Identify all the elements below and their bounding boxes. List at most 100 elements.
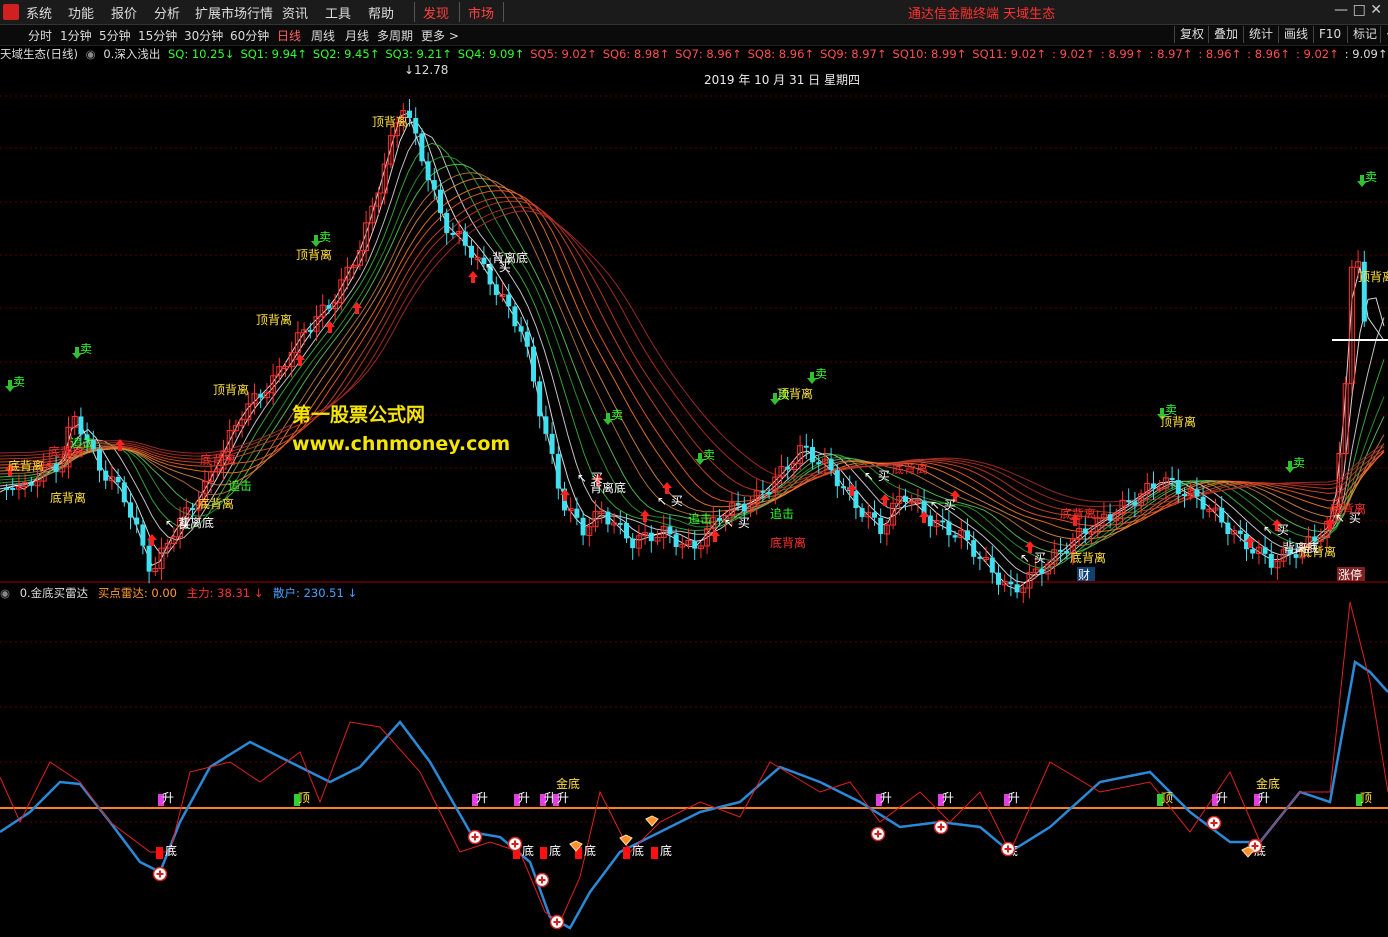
period-daily[interactable]: 日线: [277, 27, 301, 44]
period-30min[interactable]: 30分钟: [184, 27, 223, 44]
bottom-label: 底: [522, 843, 534, 858]
period-5min[interactable]: 5分钟: [99, 27, 131, 44]
window-controls[interactable]: — □ ✕: [1334, 2, 1382, 18]
bottom-divergence-label: 底背离: [1330, 501, 1366, 516]
candle-body: [1107, 514, 1113, 521]
indicator-name[interactable]: 0.深入浅出: [103, 47, 160, 61]
chase-label: 追击: [70, 435, 94, 450]
radar-subchart: [0, 601, 1388, 930]
tool-draw[interactable]: 画线: [1278, 26, 1313, 43]
buy-label: ↖ 买: [930, 498, 956, 512]
indicator-value-10: SQ10: 8.99↑: [892, 47, 967, 61]
tool-f10[interactable]: F10: [1313, 26, 1346, 43]
tool-overflow[interactable]: ·: [1380, 26, 1388, 43]
indicator-value-1: SQ1: 9.94↑: [240, 47, 307, 61]
top-divergence-label: 顶背离: [372, 114, 408, 129]
top-label: 顶: [298, 791, 310, 805]
divergence-bottom-label: 背离底: [178, 515, 214, 530]
candle-body: [859, 508, 865, 517]
indicator-value-17: : 9.02↑: [1295, 47, 1339, 61]
buy-label: ↖ 买: [1263, 523, 1289, 537]
high-price-label: ↓12.78: [404, 63, 448, 77]
candle-body: [134, 517, 140, 525]
period-intraday[interactable]: 分时: [28, 27, 52, 44]
period-1min[interactable]: 1分钟: [60, 27, 92, 44]
candle-body: [1250, 549, 1256, 554]
candle-body: [258, 393, 264, 398]
tool-overlay[interactable]: 叠加: [1208, 26, 1243, 43]
candle-body: [146, 545, 152, 572]
menu-help[interactable]: 帮助: [368, 3, 394, 22]
sell-label: 卖: [13, 375, 25, 389]
sell-label: 卖: [611, 408, 623, 422]
rise-label: 升: [162, 791, 174, 805]
candle-body: [1200, 496, 1206, 510]
bottom-label: 底: [632, 843, 644, 858]
candle-body: [444, 213, 450, 233]
retail-line: [0, 659, 1388, 930]
top-divergence-label: 顶背离: [1358, 269, 1388, 284]
period-weekly[interactable]: 周线: [311, 27, 335, 44]
main-force-value: 主力: 38.31 ↓: [186, 586, 264, 600]
candle-body: [413, 117, 419, 134]
period-multi[interactable]: 多周期: [377, 27, 413, 44]
sell-label: 卖: [815, 367, 827, 381]
candle-body: [717, 517, 722, 521]
indicator-value-0: SQ: 10.25↓: [167, 47, 235, 61]
tool-stats[interactable]: 统计: [1243, 26, 1278, 43]
candle-body: [1262, 547, 1268, 554]
menu-divider: [459, 2, 460, 22]
candle-body: [965, 530, 970, 541]
menu-tools[interactable]: 工具: [325, 3, 351, 22]
sub-indicator-name[interactable]: 0.金底买雷达: [20, 586, 88, 600]
candle-body: [1014, 584, 1020, 593]
collapse-icon[interactable]: ◉: [0, 586, 10, 600]
menu-system[interactable]: 系统: [26, 3, 52, 22]
candle-body: [841, 486, 846, 489]
menu-news[interactable]: 资讯: [282, 3, 308, 22]
rise-label: 升: [942, 791, 954, 805]
candle-body: [971, 540, 977, 557]
divergence-bottom-label: 背离底: [492, 250, 528, 265]
candle-body: [580, 517, 586, 536]
candle-body: [1132, 501, 1138, 506]
chart-date: 2019 年 10 月 31 日 星期四: [704, 73, 860, 87]
menu-market[interactable]: 市场: [468, 3, 494, 22]
menu-discover[interactable]: 发现: [423, 3, 449, 22]
period-15min[interactable]: 15分钟: [138, 27, 177, 44]
period-monthly[interactable]: 月线: [345, 27, 369, 44]
period-more[interactable]: 更多 >: [421, 27, 459, 44]
menu-quotes[interactable]: 报价: [111, 3, 137, 22]
bottom-label: 底: [549, 843, 561, 858]
menu-function[interactable]: 功能: [68, 3, 94, 22]
menu-divider: [414, 2, 415, 22]
candle-body: [816, 462, 822, 465]
candle-body: [630, 538, 636, 549]
candle-body: [531, 346, 536, 382]
rise-label: 升: [476, 791, 488, 805]
collapse-icon[interactable]: ◉: [86, 47, 96, 61]
sub-indicator-legend: ◉ 0.金底买雷达 买点雷达: 0.00 主力: 38.31 ↓ 散户: 230…: [0, 585, 363, 601]
menu-analysis[interactable]: 分析: [154, 3, 180, 22]
tool-adjust[interactable]: 复权: [1174, 26, 1209, 43]
indicator-value-9: SQ9: 8.97↑: [820, 47, 887, 61]
period-60min[interactable]: 60分钟: [230, 27, 269, 44]
buy-label: ↖ 买: [657, 494, 683, 508]
chase-label: 追击: [228, 478, 252, 493]
buy-arrow-icon: [468, 271, 478, 283]
indicator-values: SQ: 10.25↓ SQ1: 9.94↑ SQ2: 9.45↑ SQ3: 9.21↑…: [168, 47, 1388, 61]
candle-body: [506, 294, 512, 307]
candle-body: [518, 326, 524, 332]
tool-mark[interactable]: 标记: [1347, 26, 1382, 43]
main-force-line: [0, 601, 1388, 923]
indicator-value-5: SQ5: 9.02↑: [530, 47, 597, 61]
kline-chart-area[interactable]: 卖卖卖卖卖卖卖卖卖卖↖ 买↖ 买↖ 买↖ 买↖ 买↖ 买↖ 买↖ 买↖ 买↖ 买…: [0, 62, 1388, 937]
gold-bottom-label: 金底: [1256, 776, 1280, 791]
candle-body: [1219, 508, 1225, 523]
candle-body: [903, 496, 908, 502]
candle-body: [97, 449, 102, 471]
bottom-label: 底: [165, 843, 177, 858]
ma-line: [0, 196, 1385, 520]
menu-extended-market[interactable]: 扩展市场行情: [195, 3, 273, 22]
top-divergence-label: 顶背离: [296, 247, 332, 262]
